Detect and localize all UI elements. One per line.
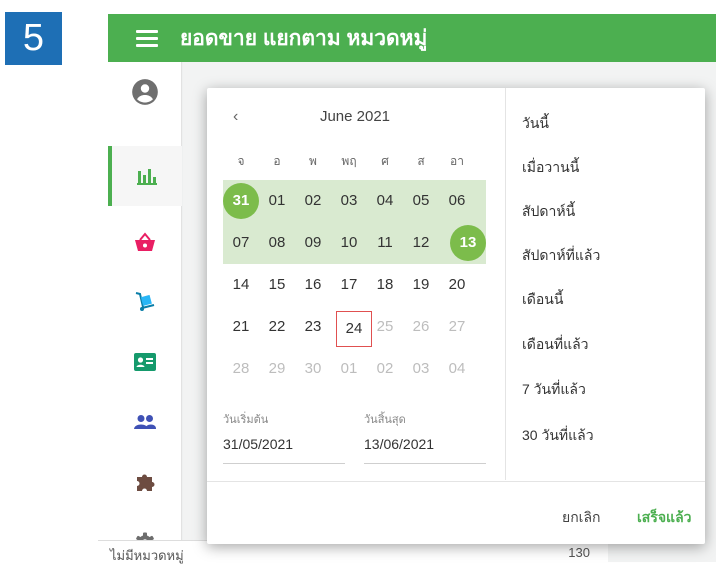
day-cell[interactable]: 06	[439, 183, 475, 219]
preset-yesterday[interactable]: เมื่อวานนี้	[522, 157, 579, 179]
day-cell[interactable]: 01	[259, 183, 295, 219]
day-cell-disabled: 30	[304, 360, 322, 377]
day-cell[interactable]: 19	[403, 267, 439, 303]
day-cell[interactable]: 12	[403, 225, 439, 261]
weekday-label: พฤ	[341, 154, 357, 168]
day-cell[interactable]: 22	[259, 309, 295, 345]
day-cell[interactable]: 17	[331, 267, 367, 303]
sidebar-item-delivery[interactable]	[108, 272, 182, 332]
weekday-label: ส	[417, 154, 425, 168]
date-range-picker-dialog: ‹ June 2021 จ อ พ พฤ ศ ส อา 31 01 02 03 …	[207, 88, 705, 544]
sidebar-item-sales-report[interactable]	[108, 146, 182, 206]
preset-last-30-days[interactable]: 30 วันที่แล้ว	[522, 425, 594, 447]
calendar-panel: ‹ June 2021 จ อ พ พฤ ศ ส อา 31 01 02 03 …	[207, 88, 505, 480]
preset-this-week[interactable]: สัปดาห์นี้	[522, 201, 575, 223]
value-cell: 130	[568, 545, 590, 560]
day-cell-disabled: 01	[340, 360, 358, 377]
day-cell-range-start[interactable]: 31	[223, 183, 259, 219]
sidebar	[108, 62, 182, 562]
day-cell-disabled: 26	[412, 318, 430, 335]
previous-month-button[interactable]: ‹	[233, 108, 238, 126]
puzzle-icon	[137, 474, 155, 491]
dolly-icon	[135, 292, 155, 311]
day-cell-range-end[interactable]: 13	[450, 225, 486, 261]
day-cell[interactable]: 15	[259, 267, 295, 303]
sidebar-item-account[interactable]	[108, 62, 182, 122]
day-cell[interactable]: 14	[223, 267, 259, 303]
day-cell-disabled: 02	[376, 360, 394, 377]
shopping-basket-icon	[135, 232, 155, 251]
day-cell[interactable]: 10	[331, 225, 367, 261]
day-cell[interactable]: 04	[367, 183, 403, 219]
account-circle-icon	[132, 79, 158, 105]
preset-last-week[interactable]: สัปดาห์ที่แล้ว	[522, 245, 600, 267]
day-cell[interactable]: 21	[223, 309, 259, 345]
top-app-bar: ยอดขาย แยกตาม หมวดหมู่	[108, 14, 716, 62]
day-cell[interactable]: 23	[295, 309, 331, 345]
step-number-badge: 5	[5, 12, 62, 65]
day-cell-disabled: 03	[412, 360, 430, 377]
day-cell[interactable]: 03	[331, 183, 367, 219]
day-cell[interactable]: 18	[367, 267, 403, 303]
bar-chart-icon	[137, 169, 157, 185]
day-cell-disabled: 25	[376, 318, 394, 335]
page-title: ยอดขาย แยกตาม หมวดหมู่	[180, 26, 428, 50]
panel-divider	[505, 88, 506, 480]
start-date-label: วันเริ่มต้น	[223, 414, 269, 426]
done-button[interactable]: เสร็จแล้ว	[637, 507, 692, 529]
sidebar-item-customers[interactable]	[108, 332, 182, 392]
preset-today[interactable]: วันนี้	[522, 113, 549, 135]
category-cell: ไม่มีหมวดหมู่	[110, 548, 184, 563]
start-date-field[interactable]: 31/05/2021	[223, 436, 293, 452]
footer-divider	[207, 481, 705, 482]
sidebar-item-users[interactable]	[108, 392, 182, 452]
weekday-label: ศ	[381, 154, 389, 168]
day-cell[interactable]: 05	[403, 183, 439, 219]
month-title: June 2021	[319, 108, 391, 125]
day-cell-disabled: 28	[232, 360, 250, 377]
contact-card-icon	[134, 353, 156, 371]
day-cell[interactable]: 02	[295, 183, 331, 219]
people-icon	[134, 415, 157, 429]
day-cell-disabled: 27	[448, 318, 466, 335]
end-date-label: วันสิ้นสุด	[364, 414, 406, 426]
weekday-label: อ	[273, 154, 281, 168]
end-date-underline	[364, 463, 486, 464]
preset-last-month[interactable]: เดือนที่แล้ว	[522, 334, 589, 356]
day-cell[interactable]: 11	[367, 225, 403, 261]
end-date-field[interactable]: 13/06/2021	[364, 436, 434, 452]
weekday-label: อา	[450, 154, 464, 168]
day-cell[interactable]: 08	[259, 225, 295, 261]
day-cell-disabled: 29	[268, 360, 286, 377]
start-date-underline	[223, 463, 345, 464]
preset-this-month[interactable]: เดือนนี้	[522, 289, 563, 311]
weekday-label: พ	[309, 154, 317, 168]
day-cell[interactable]: 16	[295, 267, 331, 303]
day-cell[interactable]: 20	[439, 267, 475, 303]
weekday-label: จ	[237, 154, 245, 168]
day-cell[interactable]: 09	[295, 225, 331, 261]
sidebar-item-shop[interactable]	[108, 212, 182, 272]
cancel-button[interactable]: ยกเลิก	[562, 507, 601, 529]
preset-last-7-days[interactable]: 7 วันที่แล้ว	[522, 379, 586, 401]
sidebar-item-addons[interactable]	[108, 452, 182, 512]
day-cell[interactable]: 07	[223, 225, 259, 261]
menu-icon[interactable]	[136, 29, 158, 47]
day-cell-disabled: 04	[448, 360, 466, 377]
